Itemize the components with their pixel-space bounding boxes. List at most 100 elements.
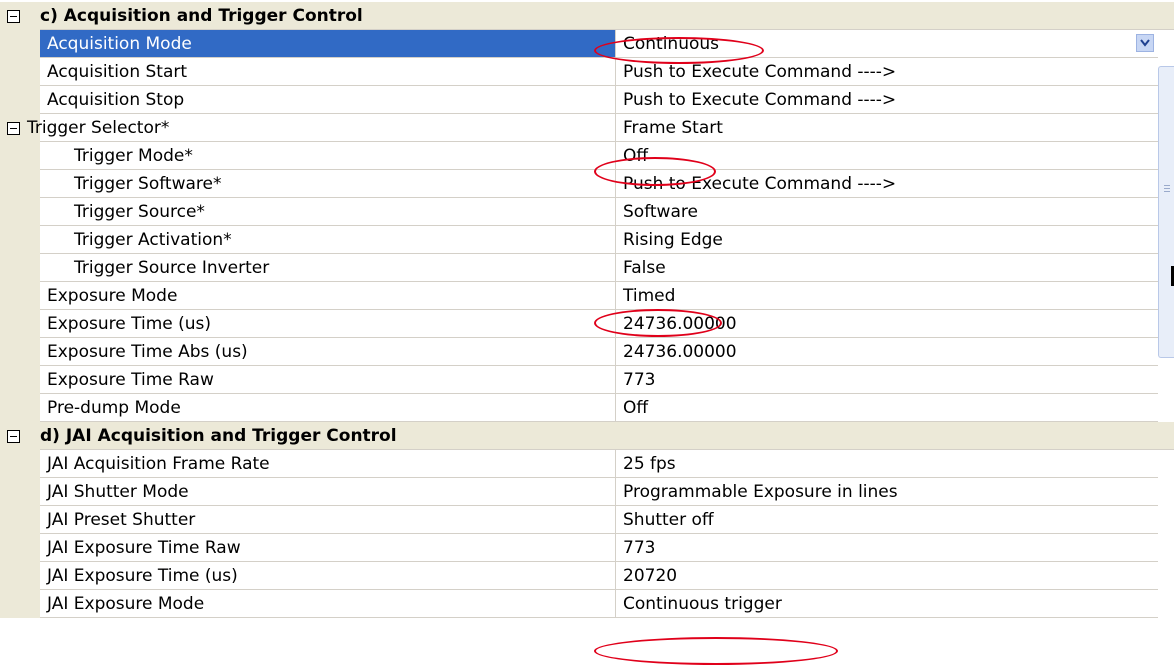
property-name[interactable]: Exposure Time Raw <box>40 366 616 394</box>
property-row-jai-shutter-mode[interactable]: JAI Shutter Mode Programmable Exposure i… <box>0 478 1174 506</box>
property-name-text: JAI Exposure Mode <box>47 594 205 614</box>
property-value[interactable]: 25 fps <box>616 450 1158 478</box>
highlight-oval-jai-exposure-mode <box>594 637 838 665</box>
property-row-exposure-time-abs[interactable]: Exposure Time Abs (us) 24736.00000 <box>0 338 1174 366</box>
property-row-jai-frame-rate[interactable]: JAI Acquisition Frame Rate 25 fps <box>0 450 1174 478</box>
property-name-text: JAI Exposure Time (us) <box>47 566 238 586</box>
property-value[interactable]: Continuous trigger <box>616 590 1158 618</box>
property-value-text: 25 fps <box>623 454 676 474</box>
property-value[interactable]: Timed <box>616 282 1158 310</box>
row-gutter <box>0 422 40 450</box>
property-row-acquisition-mode[interactable]: Acquisition Mode Continuous <box>0 30 1174 58</box>
property-value-text: 20720 <box>623 566 678 586</box>
property-name[interactable]: Acquisition Stop <box>40 86 616 114</box>
highlight-oval-exposure-mode <box>594 309 722 337</box>
property-value[interactable]: Frame Start <box>616 114 1158 142</box>
property-row-acquisition-start[interactable]: Acquisition Start Push to Execute Comman… <box>0 58 1174 86</box>
dropdown-button[interactable] <box>1136 34 1154 52</box>
property-value[interactable]: 24736.00000 <box>616 338 1158 366</box>
property-row-pre-dump-mode[interactable]: Pre-dump Mode Off <box>0 394 1174 422</box>
property-name[interactable]: Pre-dump Mode <box>40 394 616 422</box>
property-name[interactable]: Trigger Activation* <box>40 226 616 254</box>
property-value[interactable]: 773 <box>616 534 1158 562</box>
property-name[interactable]: Acquisition Mode <box>40 30 616 58</box>
property-value[interactable]: False <box>616 254 1158 282</box>
property-value[interactable]: Programmable Exposure in lines <box>616 478 1158 506</box>
property-name[interactable]: Trigger Mode* <box>40 142 616 170</box>
property-name-text: Trigger Source Inverter <box>74 258 270 278</box>
property-value[interactable]: 20720 <box>616 562 1158 590</box>
category-row-jai-acquisition-trigger[interactable]: d) JAI Acquisition and Trigger Control <box>0 422 1174 450</box>
property-name-text: Exposure Time Abs (us) <box>47 342 248 362</box>
property-name-text: JAI Acquisition Frame Rate <box>47 454 270 474</box>
property-value[interactable]: Push to Execute Command ----> <box>616 86 1158 114</box>
property-value-text: False <box>623 258 666 278</box>
property-row-exposure-time-raw[interactable]: Exposure Time Raw 773 <box>0 366 1174 394</box>
property-row-trigger-mode[interactable]: Trigger Mode* Off <box>0 142 1174 170</box>
property-name[interactable]: JAI Preset Shutter <box>40 506 616 534</box>
row-gutter <box>0 478 40 506</box>
property-name[interactable]: JAI Exposure Time Raw <box>40 534 616 562</box>
property-grid: c) Acquisition and Trigger Control Acqui… <box>0 0 1174 668</box>
row-gutter <box>0 562 40 590</box>
property-name[interactable]: JAI Acquisition Frame Rate <box>40 450 616 478</box>
property-value-text: Continuous trigger <box>623 594 782 614</box>
row-gutter <box>0 534 40 562</box>
property-value-text: 24736.00000 <box>623 342 737 362</box>
category-header: d) JAI Acquisition and Trigger Control <box>40 422 1174 450</box>
category-label: c) Acquisition and Trigger Control <box>40 6 363 26</box>
property-row-trigger-activation[interactable]: Trigger Activation* Rising Edge <box>0 226 1174 254</box>
row-gutter <box>0 338 40 366</box>
highlight-oval-acquisition-mode <box>594 37 764 64</box>
property-name-text: Exposure Time (us) <box>47 314 212 334</box>
property-row-trigger-software[interactable]: Trigger Software* Push to Execute Comman… <box>0 170 1174 198</box>
chevron-down-icon <box>1140 39 1150 47</box>
collapse-icon[interactable] <box>7 122 20 135</box>
property-row-jai-exposure-time-us[interactable]: JAI Exposure Time (us) 20720 <box>0 562 1174 590</box>
property-value-text: Shutter off <box>623 510 714 530</box>
property-name-text: Trigger Selector* <box>27 118 170 138</box>
scrollbar-thumb[interactable] <box>1158 66 1174 358</box>
property-name[interactable]: Trigger Source Inverter <box>40 254 616 282</box>
property-value[interactable]: Rising Edge <box>616 226 1158 254</box>
property-name[interactable]: Trigger Source* <box>40 198 616 226</box>
property-name-text: JAI Exposure Time Raw <box>47 538 241 558</box>
property-value[interactable]: Shutter off <box>616 506 1158 534</box>
property-name[interactable]: Acquisition Start <box>40 58 616 86</box>
property-row-exposure-time[interactable]: Exposure Time (us) 24736.00000 <box>0 310 1174 338</box>
property-value-text: Off <box>623 398 649 418</box>
category-row-acquisition-trigger[interactable]: c) Acquisition and Trigger Control <box>0 2 1174 30</box>
property-name[interactable]: Exposure Time Abs (us) <box>40 338 616 366</box>
property-name[interactable]: Trigger Software* <box>40 170 616 198</box>
property-name-text: Trigger Activation* <box>74 230 232 250</box>
property-row-exposure-mode[interactable]: Exposure Mode Timed <box>0 282 1174 310</box>
property-name[interactable]: JAI Exposure Mode <box>40 590 616 618</box>
property-name[interactable]: Trigger Selector* <box>27 114 616 142</box>
property-name[interactable]: JAI Exposure Time (us) <box>40 562 616 590</box>
property-row-trigger-source[interactable]: Trigger Source* Software <box>0 198 1174 226</box>
property-value[interactable]: 773 <box>616 366 1158 394</box>
property-name[interactable]: Exposure Mode <box>40 282 616 310</box>
row-gutter <box>0 58 40 86</box>
row-gutter <box>0 394 40 422</box>
row-gutter <box>0 226 40 254</box>
property-value[interactable]: Off <box>616 394 1158 422</box>
property-row-trigger-source-inverter[interactable]: Trigger Source Inverter False <box>0 254 1174 282</box>
row-gutter <box>0 170 40 198</box>
property-row-jai-exposure-time-raw[interactable]: JAI Exposure Time Raw 773 <box>0 534 1174 562</box>
property-name-text: Acquisition Stop <box>47 90 185 110</box>
property-row-jai-exposure-mode[interactable]: JAI Exposure Mode Continuous trigger <box>0 590 1174 618</box>
property-value[interactable]: Software <box>616 198 1158 226</box>
row-gutter <box>0 282 40 310</box>
property-name-text: Exposure Mode <box>47 286 178 306</box>
collapse-icon[interactable] <box>7 10 20 23</box>
property-name-text: Exposure Time Raw <box>47 370 214 390</box>
property-name[interactable]: JAI Shutter Mode <box>40 478 616 506</box>
property-name-text: Acquisition Mode <box>47 34 192 54</box>
property-row-acquisition-stop[interactable]: Acquisition Stop Push to Execute Command… <box>0 86 1174 114</box>
property-name[interactable]: Exposure Time (us) <box>40 310 616 338</box>
collapse-icon[interactable] <box>7 430 20 443</box>
property-name-text: Pre-dump Mode <box>47 398 181 418</box>
property-row-jai-preset-shutter[interactable]: JAI Preset Shutter Shutter off <box>0 506 1174 534</box>
property-row-trigger-selector[interactable]: Trigger Selector* Frame Start <box>0 114 1174 142</box>
